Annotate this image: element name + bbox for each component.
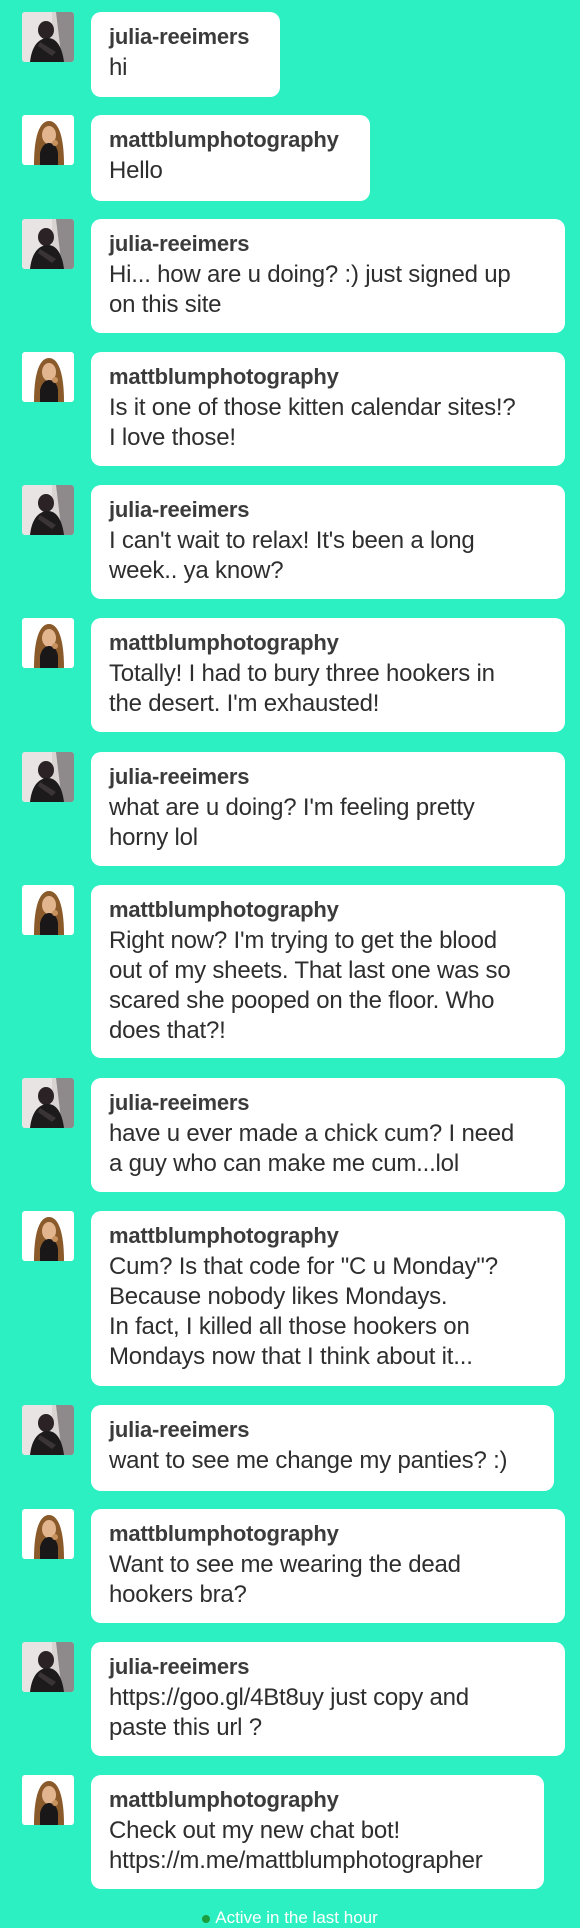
avatar[interactable] [22,115,74,165]
message-text: have u ever made a chick cum? I need a g… [109,1120,515,1177]
sender-username: julia-reeimers [109,1090,250,1115]
message-text: Is it one of those kitten calendar sites… [109,394,516,451]
message-bubble[interactable]: mattblumphotography Is it one of those k… [91,352,565,466]
message-bubble[interactable]: mattblumphotography Totally! I had to bu… [91,618,565,732]
sender-username: mattblumphotography [109,127,339,152]
sender-username: mattblumphotography [109,1787,339,1812]
message-bubble[interactable]: mattblumphotography Want to see me weari… [91,1509,565,1623]
avatar[interactable] [22,1405,74,1455]
avatar[interactable] [22,885,74,935]
message-text: want to see me change my panties? :) [109,1447,508,1474]
sender-username: julia-reeimers [109,1417,250,1442]
message-text: Totally! I had to bury three hookers in … [109,660,495,717]
message-bubble[interactable]: julia-reeimers I can't wait to relax! It… [91,485,565,599]
avatar[interactable] [22,219,74,269]
message-bubble[interactable]: mattblumphotography Right now? I'm tryin… [91,885,565,1058]
message-text: Check out my new chat bot! https://m.me/… [109,1817,483,1874]
message-bubble[interactable]: mattblumphotography Check out my new cha… [91,1775,544,1889]
avatar[interactable] [22,1775,74,1825]
sender-username: julia-reeimers [109,497,250,522]
message-text: Right now? I'm trying to get the blood o… [109,927,511,1044]
avatar[interactable] [22,1509,74,1559]
message-bubble[interactable]: julia-reeimers what are u doing? I'm fee… [91,752,565,866]
message-text: https://goo.gl/4Bt8uy just copy and past… [109,1684,469,1741]
message-bubble[interactable]: mattblumphotography Cum? Is that code fo… [91,1211,565,1386]
message-text: what are u doing? I'm feeling pretty hor… [109,794,475,851]
sender-username: julia-reeimers [109,764,250,789]
message-bubble[interactable]: julia-reeimers https://goo.gl/4Bt8uy jus… [91,1642,565,1756]
active-status-text: Active in the last hour [215,1908,378,1927]
message-bubble[interactable]: mattblumphotography Hello [91,115,370,201]
message-bubble[interactable]: julia-reeimers hi [91,12,280,97]
sender-username: mattblumphotography [109,630,339,655]
message-bubble[interactable]: julia-reeimers Hi... how are u doing? :)… [91,219,565,333]
avatar[interactable] [22,1211,74,1261]
avatar[interactable] [22,485,74,535]
message-text: Hello [109,157,163,184]
message-text: hi [109,54,128,81]
active-status: Active in the last hour [0,1908,580,1928]
sender-username: mattblumphotography [109,1521,339,1546]
message-bubble[interactable]: julia-reeimers want to see me change my … [91,1405,554,1491]
avatar[interactable] [22,1078,74,1128]
avatar[interactable] [22,618,74,668]
avatar[interactable] [22,12,74,62]
message-text: Hi... how are u doing? :) just signed up… [109,261,511,318]
online-dot-icon [202,1914,211,1923]
sender-username: julia-reeimers [109,231,250,256]
message-text: Cum? Is that code for "C u Monday"? Beca… [109,1253,498,1370]
sender-username: mattblumphotography [109,897,339,922]
avatar[interactable] [22,352,74,402]
avatar[interactable] [22,1642,74,1692]
chat-thread: julia-reeimers hi mattblumphotography He… [0,0,580,1927]
sender-username: julia-reeimers [109,24,250,49]
message-text: Want to see me wearing the dead hookers … [109,1551,461,1608]
message-text: I can't wait to relax! It's been a long … [109,527,475,584]
sender-username: mattblumphotography [109,364,339,389]
avatar[interactable] [22,752,74,802]
sender-username: mattblumphotography [109,1223,339,1248]
sender-username: julia-reeimers [109,1654,250,1679]
message-bubble[interactable]: julia-reeimers have u ever made a chick … [91,1078,565,1192]
